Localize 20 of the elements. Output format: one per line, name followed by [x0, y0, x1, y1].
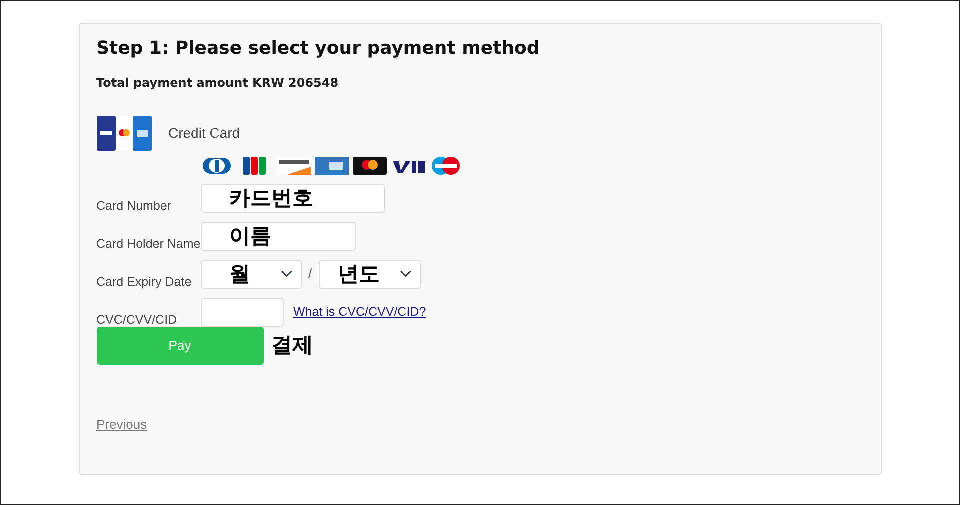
- field-label: Card Holder Name: [96, 238, 200, 251]
- text-field[interactable]: 카드번호: [200, 184, 384, 213]
- field-label: CVC/CVV/CID: [96, 314, 178, 327]
- cvc-field[interactable]: [200, 298, 284, 327]
- date-separator: /: [308, 265, 312, 284]
- field-label: Card Expiry Date: [96, 276, 193, 289]
- method-label: Credit Card: [168, 124, 240, 143]
- page-heading: Step 1: Please select your payment method: [96, 38, 541, 60]
- total-amount: Total payment amount KRW 206548: [96, 74, 340, 92]
- previous-link[interactable]: Previous: [96, 416, 148, 432]
- text-field[interactable]: 이름: [200, 222, 356, 251]
- help-link[interactable]: What is CVC/CVV/CID?: [294, 302, 426, 322]
- card-brand-icon: [276, 156, 310, 176]
- card-brand-icon: [314, 156, 348, 176]
- pay-note: 결제: [272, 332, 314, 359]
- field-label: Card Number: [96, 200, 173, 213]
- month-select[interactable]: 월: [200, 260, 302, 289]
- card-brand-icon: [352, 156, 386, 176]
- card-logos-icon: [96, 116, 152, 151]
- year-select[interactable]: 년도: [319, 260, 422, 289]
